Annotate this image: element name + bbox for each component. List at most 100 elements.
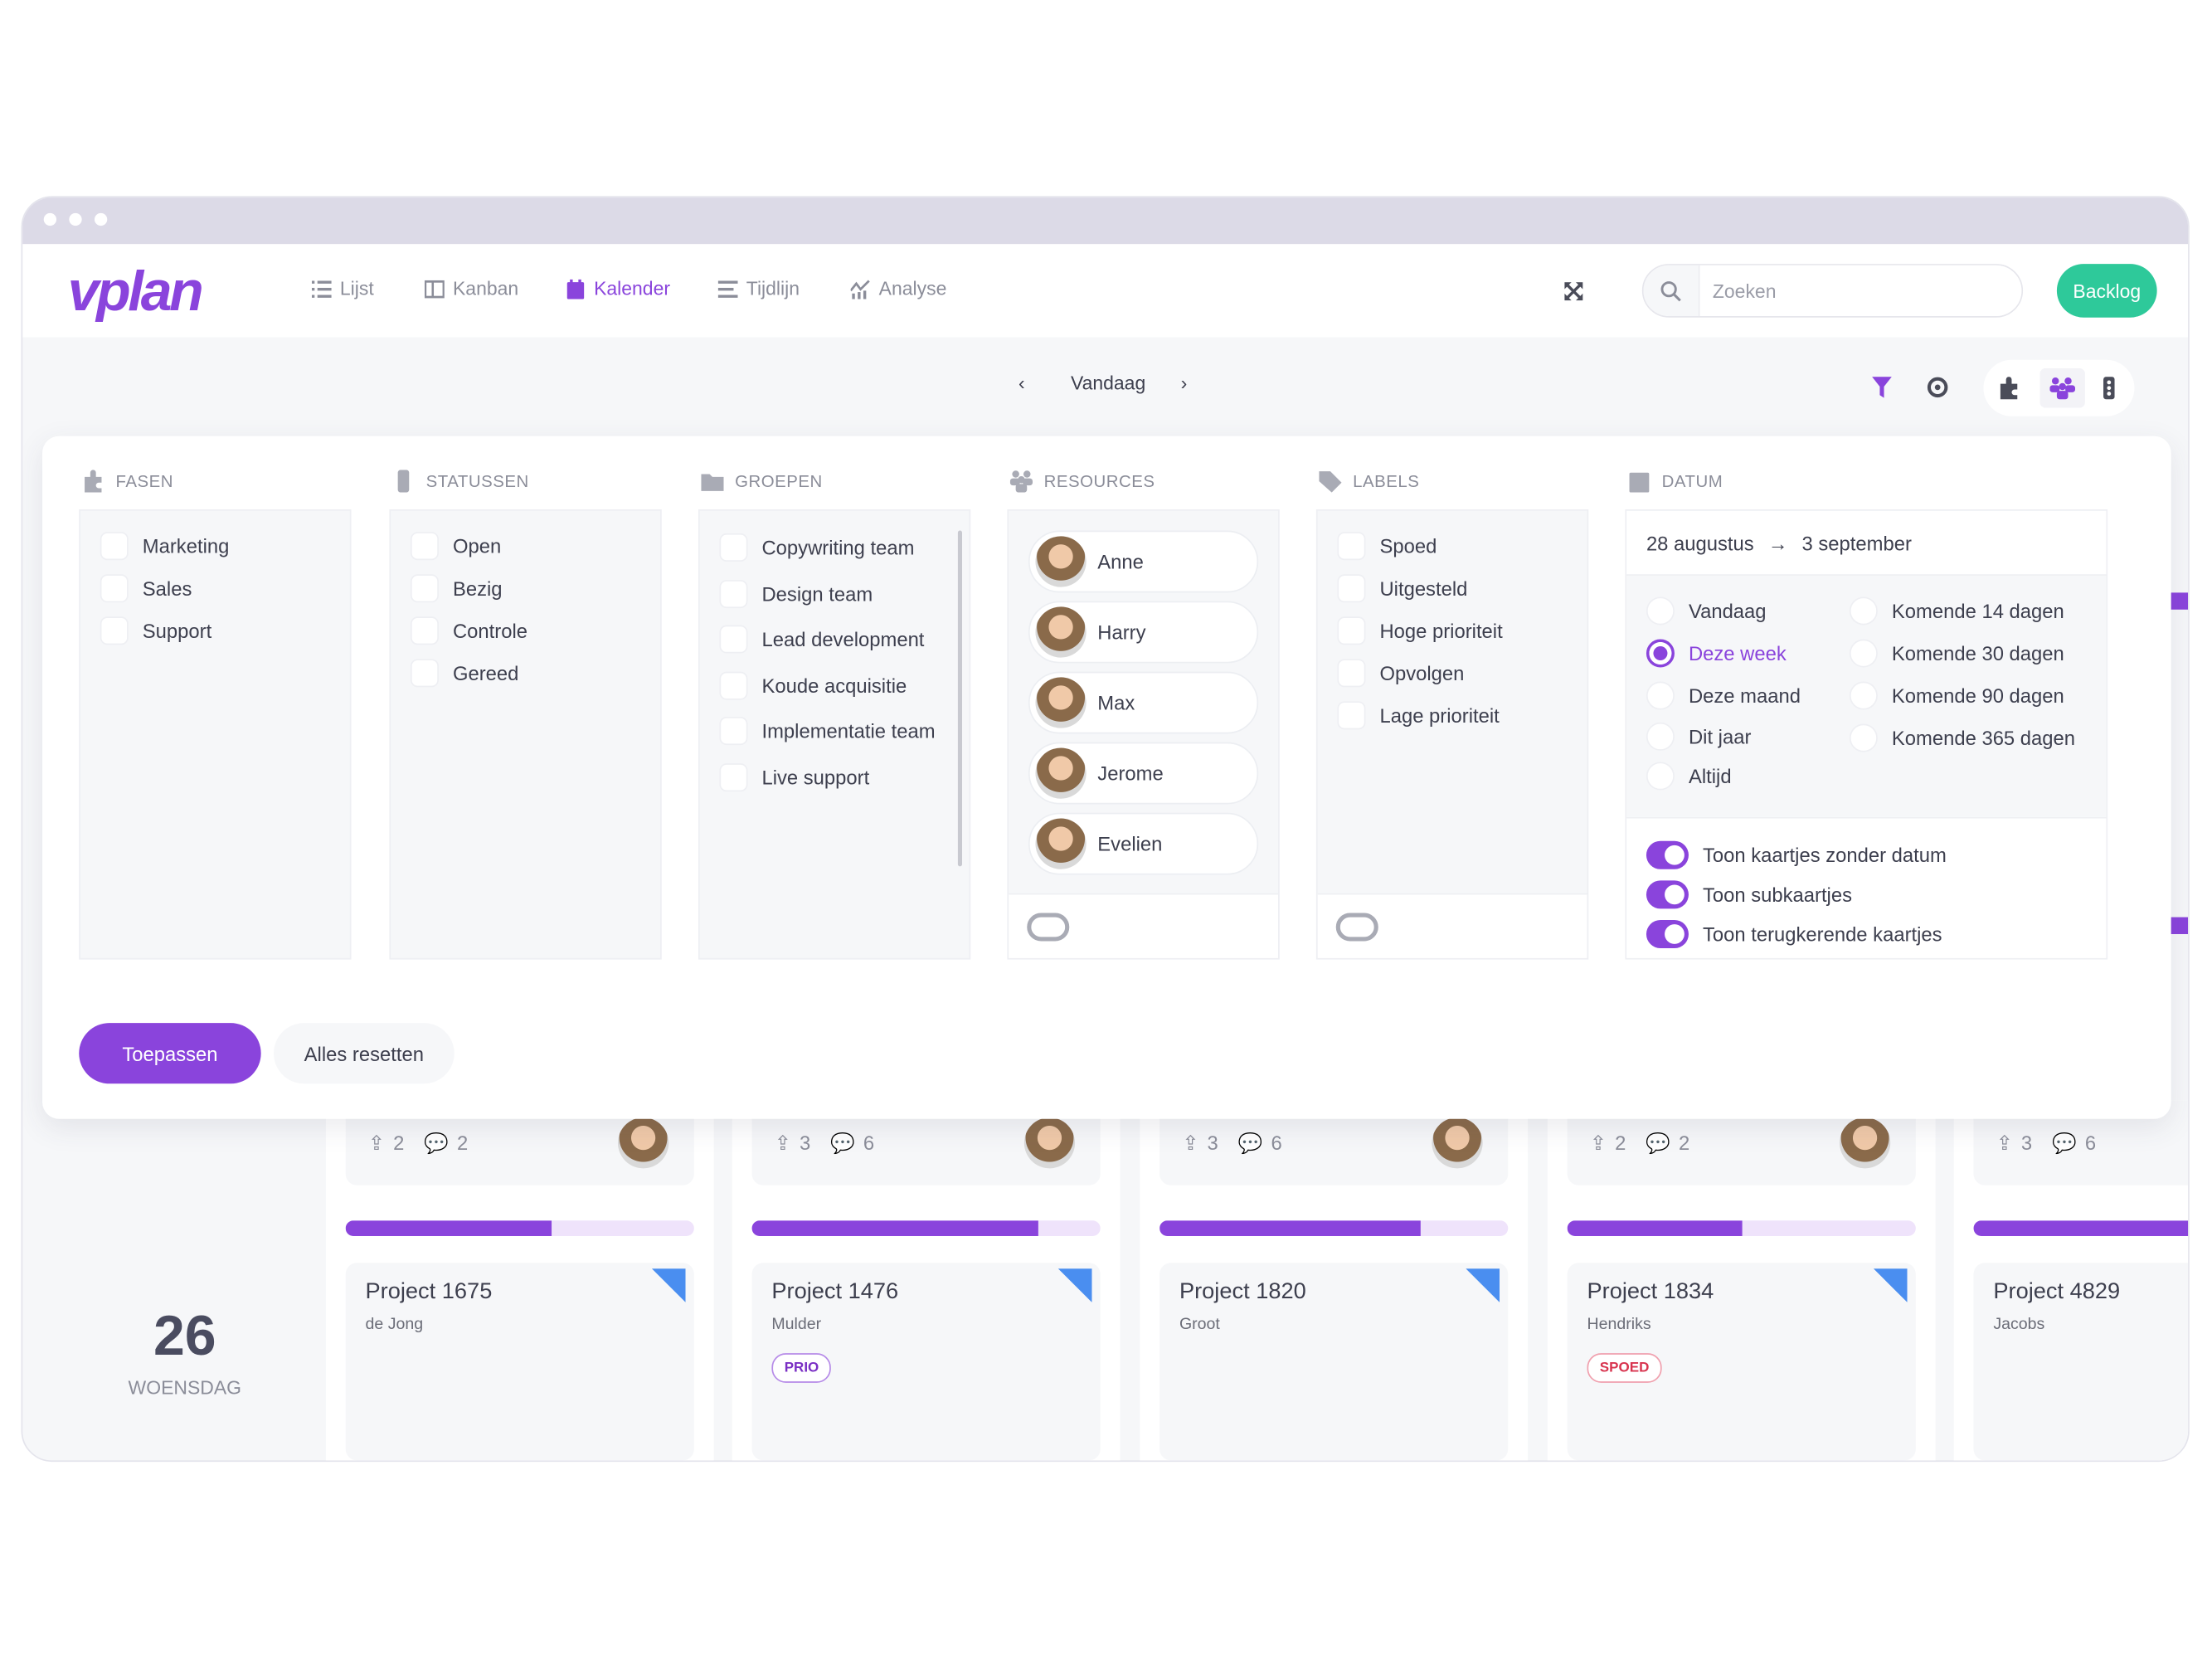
nav-kanban[interactable]: Kanban xyxy=(424,278,518,299)
nav-kalender[interactable]: Kalender xyxy=(566,278,670,299)
filter-option[interactable]: Gereed xyxy=(391,652,660,694)
backlog-button[interactable]: Backlog xyxy=(2056,264,2157,318)
checkbox[interactable] xyxy=(719,579,748,608)
filter-option[interactable]: Controle xyxy=(391,610,660,652)
checkbox[interactable] xyxy=(1337,574,1366,603)
filter-option[interactable]: Opvolgen xyxy=(1318,652,1587,694)
nav-lijst[interactable]: Lijst xyxy=(311,278,374,299)
project-card[interactable]: Project 4829 Jacobs xyxy=(1973,1263,2189,1461)
radio[interactable] xyxy=(1646,681,1675,710)
checkbox[interactable] xyxy=(1337,616,1366,645)
filter-option[interactable]: Marketing xyxy=(80,525,350,567)
project-card[interactable]: Project 1675 de Jong xyxy=(345,1263,694,1461)
resource-item[interactable]: Jerome xyxy=(1028,742,1259,805)
radio[interactable] xyxy=(1646,762,1675,791)
filter-option[interactable]: Hoge prioriteit xyxy=(1318,610,1587,652)
checkbox[interactable] xyxy=(1337,701,1366,730)
checkbox[interactable] xyxy=(719,762,748,791)
toggle-switch[interactable] xyxy=(1027,913,1070,942)
resource-item[interactable]: Evelien xyxy=(1028,812,1259,875)
date-range[interactable]: 28 augustus → 3 september xyxy=(1626,511,2107,576)
toggle-switch[interactable] xyxy=(1335,913,1378,942)
resource-item[interactable]: Max xyxy=(1028,671,1259,734)
upload-count: 2 xyxy=(1615,1132,1626,1155)
puzzle-icon[interactable] xyxy=(1997,377,2020,400)
date-option[interactable]: Komende 14 dagen xyxy=(1849,590,2075,632)
checkbox[interactable] xyxy=(410,659,439,688)
filter-option[interactable]: Lage prioriteit xyxy=(1318,694,1587,737)
nav-label: Tijdlijn xyxy=(746,278,800,299)
search-input[interactable] xyxy=(1699,265,2022,316)
project-card[interactable]: Project 1834 Hendriks SPOED xyxy=(1567,1263,1916,1461)
filter-option[interactable]: Koude acquisitie xyxy=(700,663,970,708)
next-icon[interactable]: › xyxy=(1181,372,1188,394)
checkbox[interactable] xyxy=(1337,659,1366,688)
apply-button[interactable]: Toepassen xyxy=(79,1023,261,1084)
filter-option[interactable]: Implementatie team xyxy=(700,708,970,754)
prev-icon[interactable]: ‹ xyxy=(1018,372,1025,394)
checkbox[interactable] xyxy=(719,717,748,746)
filter-option[interactable]: Bezig xyxy=(391,567,660,610)
filter-option[interactable]: Uitgesteld xyxy=(1318,567,1587,610)
checkbox[interactable] xyxy=(1337,532,1366,561)
resource-item[interactable]: Harry xyxy=(1028,601,1259,664)
date-option[interactable]: Komende 365 dagen xyxy=(1849,717,2076,759)
fullscreen-icon[interactable] xyxy=(1564,282,1583,301)
filter-option[interactable]: Lead development xyxy=(700,616,970,662)
toggle-option[interactable]: Toon subkaartjes xyxy=(1646,875,2087,915)
filter-option[interactable]: Open xyxy=(391,525,660,567)
date-option[interactable]: Komende 30 dagen xyxy=(1849,632,2075,674)
date-option[interactable]: Dit jaar xyxy=(1646,717,1801,755)
date-option[interactable]: Altijd xyxy=(1646,755,1801,797)
nav-tijdlijn[interactable]: Tijdlijn xyxy=(717,278,800,299)
nav-analyse[interactable]: Analyse xyxy=(850,278,946,299)
checkbox[interactable] xyxy=(719,671,748,700)
checkbox[interactable] xyxy=(410,616,439,645)
option-label: Komende 365 dagen xyxy=(1891,726,2076,750)
filter-option[interactable]: Design team xyxy=(700,571,970,616)
date-option[interactable]: Komende 90 dagen xyxy=(1849,674,2075,717)
toggle-switch[interactable] xyxy=(1646,840,1689,869)
filter-option[interactable]: Sales xyxy=(80,567,350,610)
resource-item[interactable]: Anne xyxy=(1028,530,1259,593)
filter-option[interactable]: Live support xyxy=(700,754,970,800)
radio[interactable] xyxy=(1849,723,1878,752)
toggle-option[interactable]: Toon kaartjes zonder datum xyxy=(1646,835,2087,875)
checkbox[interactable] xyxy=(100,532,129,561)
resource-name: Anne xyxy=(1097,550,1144,573)
filter-option[interactable]: Support xyxy=(80,610,350,652)
checkbox[interactable] xyxy=(719,625,748,654)
scrollbar[interactable] xyxy=(957,530,963,867)
upload-count: 3 xyxy=(1207,1132,1218,1155)
checkbox[interactable] xyxy=(100,616,129,645)
date-option[interactable]: Vandaag xyxy=(1646,590,1801,632)
vplan-logo[interactable]: vplan xyxy=(68,261,204,325)
project-card[interactable]: Project 1476 Mulder PRIO xyxy=(751,1263,1101,1461)
radio[interactable] xyxy=(1849,639,1878,668)
project-card[interactable]: Project 1820 Groot xyxy=(1159,1263,1509,1461)
toggle-switch[interactable] xyxy=(1646,919,1689,948)
traffic-light-icon[interactable] xyxy=(2103,377,2115,400)
today-button[interactable]: Vandaag xyxy=(1071,372,1145,394)
toggle-switch[interactable] xyxy=(1646,880,1689,909)
date-option[interactable]: Deze maand xyxy=(1646,674,1801,717)
radio[interactable] xyxy=(1646,639,1675,668)
checkbox[interactable] xyxy=(410,532,439,561)
filter-option[interactable]: Spoed xyxy=(1318,525,1587,567)
users-icon[interactable] xyxy=(2049,377,2076,400)
filter-icon[interactable] xyxy=(1872,377,1892,398)
reset-button[interactable]: Alles resetten xyxy=(273,1023,455,1084)
date-option[interactable]: Deze week xyxy=(1646,632,1801,674)
search-box[interactable] xyxy=(1641,264,2024,318)
toggle-option[interactable]: Toon terugkerende kaartjes xyxy=(1646,914,2087,954)
radio[interactable] xyxy=(1646,722,1675,751)
checkbox[interactable] xyxy=(410,574,439,603)
radio[interactable] xyxy=(1849,596,1878,626)
option-label: Gereed xyxy=(452,661,519,684)
radio[interactable] xyxy=(1849,681,1878,710)
checkbox[interactable] xyxy=(719,533,748,562)
filter-option[interactable]: Copywriting team xyxy=(700,525,970,571)
checkbox[interactable] xyxy=(100,574,129,603)
radio[interactable] xyxy=(1646,596,1675,626)
eye-icon[interactable] xyxy=(1927,377,1948,398)
